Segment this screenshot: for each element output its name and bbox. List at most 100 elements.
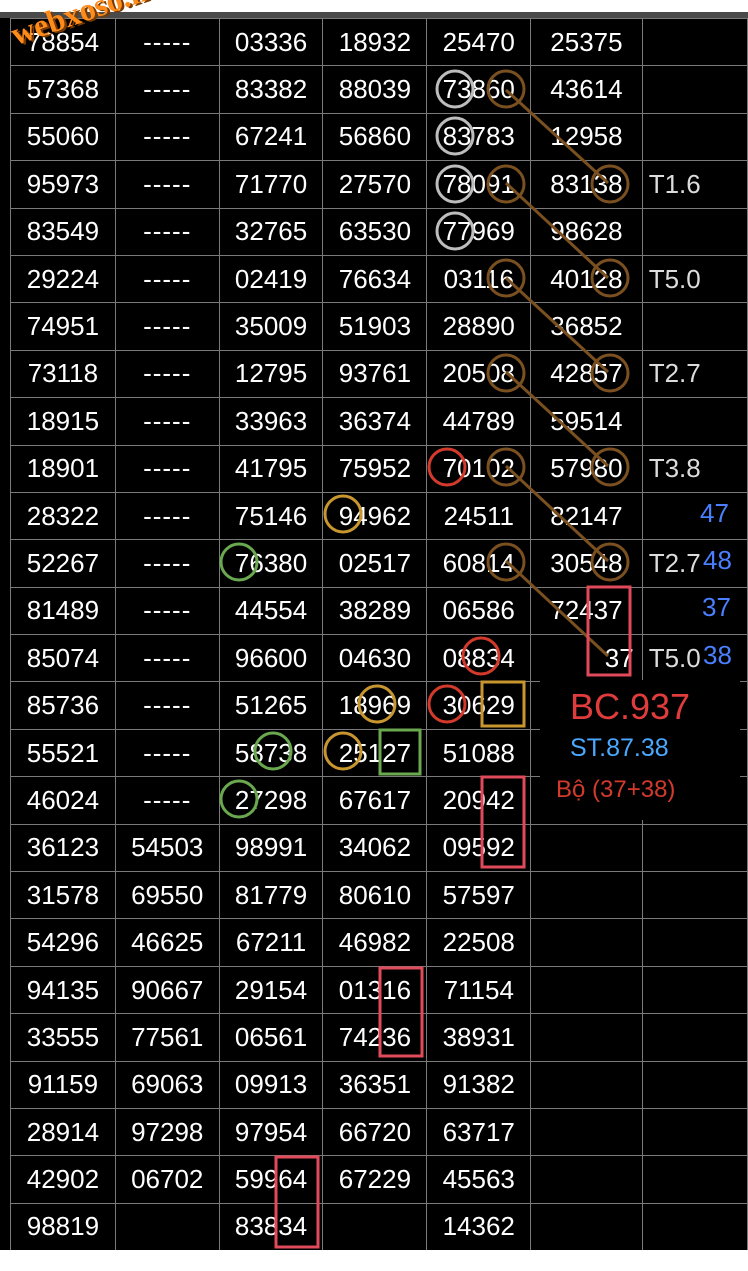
number-cell: -----	[114, 539, 220, 588]
summary-bo: Bộ (37+38)	[556, 776, 676, 803]
number-cell: 98819	[10, 1202, 116, 1252]
number-cell: 54503	[114, 823, 220, 873]
note-cell	[641, 1202, 748, 1252]
number-cell: 36852	[530, 302, 643, 351]
number-cell: 81779	[218, 871, 324, 920]
number-cell: 57368	[10, 65, 116, 114]
number-cell: 74236	[322, 1013, 428, 1062]
number-cell: 41795	[218, 444, 324, 493]
table-row: 18901 ----- 41795 75952 70102 57980 T3.8	[10, 444, 748, 493]
number-cell: 88039	[322, 65, 428, 114]
number-cell: 98991	[218, 823, 324, 873]
number-cell: 12958	[530, 112, 643, 162]
table-row: 91159 69063 09913 36351 91382	[10, 1060, 748, 1109]
number-cell	[530, 965, 643, 1015]
table-row: 28322 ----- 75146 94962 24511 82147	[10, 491, 748, 541]
number-cell: 73860	[426, 65, 532, 114]
table-row: 54296 46625 67211 46982 22508	[10, 918, 748, 967]
number-cell: 27570	[322, 160, 428, 209]
number-cell: -----	[114, 491, 220, 541]
number-cell	[530, 918, 643, 967]
number-cell: 51903	[322, 302, 428, 351]
number-cell: 02419	[218, 254, 324, 304]
number-cell	[530, 871, 643, 920]
number-cell: 32765	[218, 207, 324, 256]
number-cell: 98628	[530, 207, 643, 256]
table-row: 36123 54503 98991 34062 09592	[10, 823, 748, 873]
side-number: 38	[703, 640, 732, 670]
number-cell	[530, 1202, 643, 1252]
number-cell: 38289	[322, 586, 428, 636]
number-cell: 91159	[10, 1060, 116, 1109]
bottom-bar	[0, 1250, 748, 1271]
number-cell: 77969	[426, 207, 532, 256]
number-cell	[530, 1155, 643, 1204]
number-cell: 28322	[10, 491, 116, 541]
number-cell: 18901	[10, 444, 116, 493]
note-cell	[641, 586, 748, 636]
number-cell: 67229	[322, 1155, 428, 1204]
note-cell	[641, 1155, 748, 1204]
number-cell: 42902	[10, 1155, 116, 1204]
note-cell: T2.7	[641, 349, 748, 399]
number-cell: 97954	[218, 1107, 324, 1157]
number-cell: 08834	[426, 634, 532, 683]
number-cell: 42857	[530, 349, 643, 399]
number-cell: -----	[114, 586, 220, 636]
note-cell	[641, 823, 748, 873]
number-cell: 70102	[426, 444, 532, 493]
number-cell: 57597	[426, 871, 532, 920]
number-cell: 25375	[530, 17, 643, 67]
number-cell: 63717	[426, 1107, 532, 1157]
number-cell: -----	[114, 397, 220, 446]
number-cell: 91382	[426, 1060, 532, 1109]
note-cell	[641, 302, 748, 351]
number-cell: 71154	[426, 965, 532, 1015]
number-cell: 82147	[530, 491, 643, 541]
number-cell: 01316	[322, 965, 428, 1015]
number-cell: 57980	[530, 444, 643, 493]
table-row: 55060 ----- 67241 56860 83783 12958	[10, 112, 748, 162]
number-cell: 25127	[322, 728, 428, 778]
number-cell: 56860	[322, 112, 428, 162]
table-row: 18915 ----- 33963 36374 44789 59514	[10, 397, 748, 446]
side-number: 48	[703, 545, 732, 575]
note-cell: T5.0	[641, 254, 748, 304]
number-cell: 09592	[426, 823, 532, 873]
number-cell: 67241	[218, 112, 324, 162]
table-row: 33555 77561 06561 74236 38931	[10, 1013, 748, 1062]
table-row: 85074 ----- 96600 04630 08834 37 T5.0	[10, 634, 748, 683]
number-cell: 06561	[218, 1013, 324, 1062]
note-cell	[641, 17, 748, 67]
number-cell: 28914	[10, 1107, 116, 1157]
note-cell	[641, 112, 748, 162]
number-cell	[530, 1107, 643, 1157]
number-cell: 60814	[426, 539, 532, 588]
number-cell: 28890	[426, 302, 532, 351]
number-cell: 74951	[10, 302, 116, 351]
number-cell: 20508	[426, 349, 532, 399]
number-cell: -----	[114, 207, 220, 256]
number-cell: 18915	[10, 397, 116, 446]
table-row: 52267 ----- 76380 02517 60814 30548 T2.7	[10, 539, 748, 588]
number-cell: 80610	[322, 871, 428, 920]
note-cell	[641, 918, 748, 967]
table-row: 81489 ----- 44554 38289 06586 72437	[10, 586, 748, 636]
number-cell: 85736	[10, 681, 116, 730]
summary-bc: BC.937	[570, 686, 691, 727]
note-cell	[641, 871, 748, 920]
number-cell: -----	[114, 444, 220, 493]
number-cell: 55521	[10, 728, 116, 778]
number-cell: 34062	[322, 823, 428, 873]
side-number: 47	[700, 498, 729, 528]
number-cell: 94962	[322, 491, 428, 541]
number-cell	[322, 1202, 428, 1252]
number-cell: 66720	[322, 1107, 428, 1157]
number-cell: 31578	[10, 871, 116, 920]
table-row: 31578 69550 81779 80610 57597	[10, 871, 748, 920]
number-cell: -----	[114, 728, 220, 778]
number-cell: 03336	[218, 17, 324, 67]
number-cell: 71770	[218, 160, 324, 209]
number-cell: 59514	[530, 397, 643, 446]
table-row: 95973 ----- 71770 27570 78091 83138 T1.6	[10, 160, 748, 209]
